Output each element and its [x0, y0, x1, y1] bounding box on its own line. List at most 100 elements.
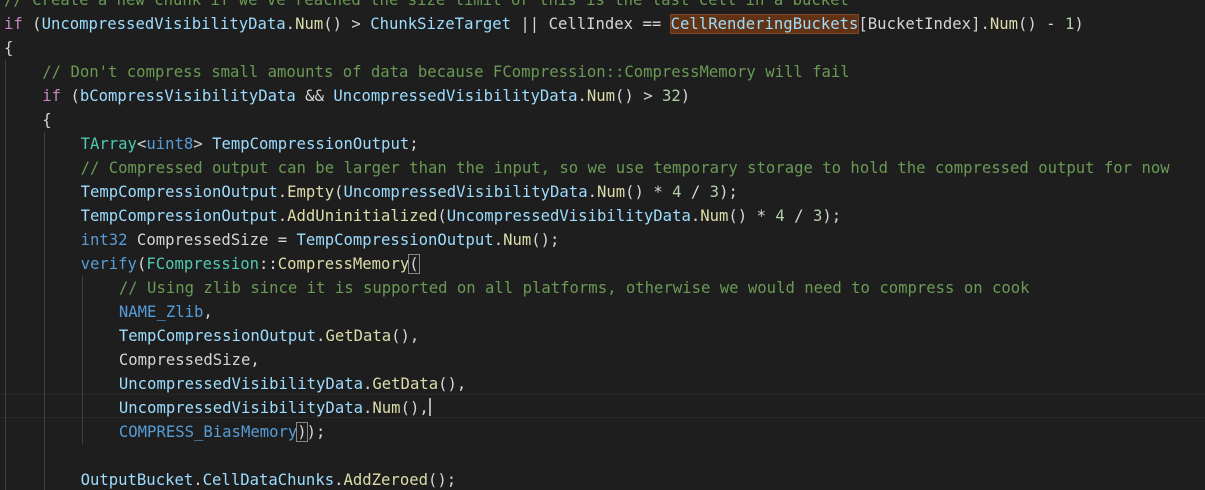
code-token: // Create a new chunk if we've reached t…	[4, 0, 849, 9]
code-token: )	[296, 422, 308, 442]
code-token: .	[587, 183, 597, 201]
code-token: GetData	[372, 375, 439, 393]
code-token: (	[22, 15, 42, 33]
code-token: )	[1074, 15, 1084, 33]
code-token: );	[306, 423, 326, 441]
code-token: int32	[80, 231, 128, 249]
code-token: Num	[700, 207, 729, 225]
code-token: /	[681, 183, 710, 201]
code-token: if	[42, 87, 62, 105]
code-token: UncompressedVisibilityData	[118, 375, 363, 393]
code-token: {	[4, 39, 14, 57]
code-token: Empty	[287, 183, 335, 201]
code-token: FCompression	[146, 255, 259, 273]
code-line[interactable]: // Compressed output can be larger than …	[81, 156, 1170, 180]
code-line[interactable]: TempCompressionOutput.Empty(Uncompressed…	[81, 180, 738, 204]
code-token: ();	[531, 231, 560, 249]
code-token: ();	[427, 471, 457, 489]
code-token: {	[42, 111, 52, 129]
code-token: 32	[661, 87, 681, 105]
code-token: .	[493, 231, 504, 249]
code-token: AddZeroed	[343, 471, 428, 489]
code-token: () >	[323, 15, 371, 33]
code-token: <	[136, 135, 147, 153]
code-token: )	[680, 87, 691, 105]
indent-guide	[5, 60, 6, 490]
code-line[interactable]: if (UncompressedVisibilityData.Num() > C…	[4, 12, 1084, 36]
code-token: ::	[259, 255, 278, 273]
code-token: 4	[775, 207, 785, 225]
code-token: TempCompressionOutput	[80, 207, 278, 225]
code-line[interactable]: {	[4, 36, 13, 60]
code-token: TempCompressionOutput	[212, 135, 410, 153]
code-token: (),	[391, 327, 420, 345]
code-token: (),	[438, 375, 467, 393]
code-token: AddUninitialized	[287, 207, 438, 225]
code-token: CellIndex	[548, 15, 634, 33]
code-line[interactable]: // Using zlib since it is supported on a…	[119, 276, 1030, 300]
code-token: (	[61, 87, 80, 105]
text-cursor	[428, 398, 431, 416]
code-token: .	[363, 375, 373, 393]
indent-guide	[44, 132, 45, 490]
code-token: 3	[709, 183, 720, 201]
code-token: (	[136, 255, 147, 273]
code-token: .	[577, 87, 587, 105]
code-token: () *	[625, 183, 673, 201]
code-token: .	[277, 183, 288, 201]
code-line[interactable]: NAME_Zlib,	[119, 300, 213, 324]
code-token: () >	[615, 87, 662, 105]
code-line[interactable]: // Create a new chunk if we've reached t…	[4, 0, 849, 12]
code-token: 4	[672, 183, 682, 201]
code-line[interactable]: COMPRESS_BiasMemory));	[118, 420, 326, 444]
code-token: COMPRESS_BiasMemory	[118, 423, 298, 441]
indent-guide	[82, 276, 83, 444]
code-token: 3	[812, 207, 823, 225]
code-token: 1	[1064, 15, 1075, 33]
code-line[interactable]: int32 CompressedSize = TempCompressionOu…	[81, 228, 560, 252]
code-token: .	[277, 207, 288, 225]
code-line[interactable]: TArray<uint8> TempCompressionOutput;	[81, 132, 419, 156]
code-line[interactable]: TempCompressionOutput.GetData(),	[119, 324, 419, 348]
code-token: );	[719, 183, 738, 201]
code-token: CompressedSize,	[118, 351, 260, 369]
code-token: (	[437, 207, 447, 225]
code-token: ;	[409, 135, 419, 153]
code-token: );	[822, 207, 842, 225]
code-token: () *	[728, 207, 776, 225]
code-token: CellRenderingBuckets	[669, 14, 860, 34]
code-token: TempCompressionOutput	[296, 231, 494, 249]
code-token: // Using zlib since it is supported on a…	[118, 279, 1030, 297]
code-token: // Don't compress small amounts of data …	[42, 63, 850, 81]
code-token: () -	[1018, 15, 1065, 33]
code-editor[interactable]: // Create a new chunk if we've reached t…	[0, 0, 1205, 490]
code-line[interactable]: CompressedSize,	[119, 348, 260, 372]
code-token: UncompressedVisibilityData	[446, 207, 691, 225]
code-token: (),	[400, 399, 429, 417]
code-token: uint8	[146, 135, 194, 153]
code-token: bCompressVisibilityData	[79, 87, 296, 105]
code-token: UncompressedVisibilityData	[333, 87, 578, 105]
code-token: // Compressed output can be larger than …	[80, 159, 1170, 177]
code-token: ==	[633, 15, 671, 33]
code-line[interactable]: UncompressedVisibilityData.Num(),	[119, 396, 431, 420]
code-token: CellDataChunks	[202, 471, 335, 489]
code-token: Num	[586, 87, 616, 105]
code-line[interactable]: verify(FCompression::CompressMemory(	[81, 252, 420, 276]
code-token: TempCompressionOutput	[118, 327, 317, 345]
code-line[interactable]: {	[42, 108, 51, 132]
code-line[interactable]: // Don't compress small amounts of data …	[42, 60, 849, 84]
code-token: ChunkSizeTarget	[370, 15, 512, 33]
code-line[interactable]: TempCompressionOutput.AddUninitialized(U…	[81, 204, 842, 228]
code-line[interactable]: OutputBucket.CellDataChunks.AddZeroed();	[81, 468, 457, 490]
code-token: Num	[596, 183, 626, 201]
code-token: if	[4, 15, 23, 33]
code-token: Num	[295, 15, 324, 33]
code-token: UncompressedVisibilityData	[118, 399, 363, 417]
code-line[interactable]: if (bCompressVisibilityData && Uncompres…	[42, 84, 690, 108]
code-token: (	[408, 254, 420, 274]
code-line[interactable]: UncompressedVisibilityData.GetData(),	[119, 372, 466, 396]
code-token: TempCompressionOutput	[80, 183, 278, 201]
code-token: TArray	[80, 135, 137, 153]
code-token: ,	[203, 303, 213, 321]
